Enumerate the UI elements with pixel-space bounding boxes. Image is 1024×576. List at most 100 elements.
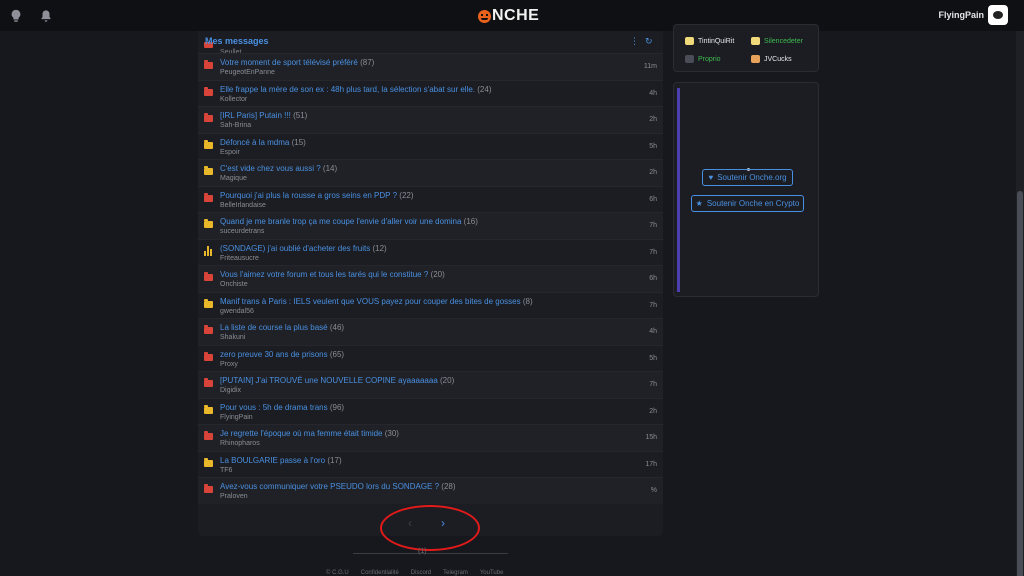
topic-title: zero preuve 30 ans de prisons (220, 349, 328, 359)
topic-author[interactable]: Praloven (220, 493, 248, 500)
topic-author[interactable]: Digidix (220, 387, 241, 394)
topic-row[interactable]: Je regrette l'époque où ma femme était t… (198, 424, 663, 451)
topic-title-link[interactable]: Votre moment de sport télévisé préféré (… (220, 58, 374, 67)
topic-reply-count: (87) (360, 58, 375, 67)
page-scrollbar[interactable] (1016, 31, 1024, 576)
topic-reply-count: (96) (329, 402, 345, 412)
topic-title-link[interactable]: Défoncé à la mdma (15) (220, 138, 306, 147)
poll-icon (204, 245, 213, 256)
topic-title-link[interactable]: [PUTAIN] J'ai TROUVÉ une NOUVELLE COPINE… (220, 376, 454, 385)
topic-row[interactable]: Vous l'aimez votre forum et tous les tar… (198, 265, 663, 292)
footer-link-privacy[interactable]: Confidentialité (361, 570, 399, 576)
topic-row[interactable]: [IRL Paris] Putain !!! (51) Sah-Brina 2h (198, 106, 663, 133)
pumpkin-icon (478, 9, 491, 23)
topic-author[interactable]: suceurdetrans (220, 228, 264, 235)
user-avatar-icon (685, 55, 694, 63)
panel-title: Mes messages (205, 36, 269, 46)
footer-link-cgu[interactable]: © C.G.U (326, 570, 349, 576)
user-name: JVCucks (764, 55, 792, 63)
topic-author[interactable]: Magique (220, 175, 247, 182)
topic-title-link[interactable]: Pourquoi j'ai plus la rousse a gros sein… (220, 191, 414, 200)
topic-row[interactable]: Défoncé à la mdma (15) Espoir 5h (198, 132, 663, 160)
support-crypto-button[interactable]: ★ Soutenir Onche en Crypto (691, 195, 804, 212)
topic-row[interactable]: La BOULGARIE passe à l'oro (17) TF6 17h (198, 450, 663, 478)
topic-row[interactable]: Pour vous : 5h de drama trans (96) Flying… (198, 397, 663, 425)
footer-link-youtube[interactable]: YouTube (480, 570, 504, 576)
user-item[interactable]: Silencedeter (751, 37, 803, 45)
topic-title-link[interactable]: C'est vide chez vous aussi ? (14) (220, 164, 337, 173)
folder-icon (204, 457, 213, 467)
topic-author[interactable]: Shakuni (220, 334, 245, 341)
refresh-icon[interactable]: ↻ (645, 36, 653, 47)
topic-time: % (650, 487, 657, 494)
bell-icon[interactable] (38, 8, 54, 24)
user-item[interactable]: TintinQuiRit (685, 37, 734, 45)
topic-row[interactable]: Avez-vous communiquer votre PSEUDO lors … (198, 477, 663, 504)
topic-title: Avez-vous communiquer votre PSEUDO lors … (220, 482, 440, 491)
topic-time: 6h (649, 195, 657, 203)
button-label: Soutenir Onche.org (717, 173, 787, 182)
topic-title-link[interactable]: La BOULGARIE passe à l'oro (17) (220, 456, 342, 465)
topic-title-link[interactable]: Manif trans à Paris : IELS veulent que V… (220, 297, 533, 306)
topic-author[interactable]: Friteausucre (220, 255, 259, 262)
footer-link-discord[interactable]: Discord (411, 570, 431, 576)
footer-links: © C.G.U Confidentialité Discord Telegram… (326, 570, 503, 576)
user-name: Proprio (698, 55, 721, 63)
top-bar: NCHE FlyingPain (0, 0, 1024, 31)
topic-author[interactable]: BelleIrlandaise (220, 202, 266, 209)
topic-row[interactable]: Elle frappe la mère de son ex : 48h plus… (198, 79, 663, 107)
user-item[interactable]: Proprio (685, 55, 721, 63)
topic-title-link[interactable]: Je regrette l'époque où ma femme était t… (220, 429, 399, 438)
topic-author[interactable]: Kollector (220, 96, 247, 103)
support-onche-button[interactable]: ♥ Soutenir Onche.org (702, 169, 793, 186)
topic-title-link[interactable]: Quand je me branle trop ça me coupe l'en… (220, 217, 478, 226)
topic-row[interactable]: Pourquoi j'ai plus la rousse a gros sein… (198, 185, 663, 213)
topic-title-link[interactable]: Vous l'aimez votre forum et tous les tar… (220, 270, 445, 279)
topic-time: 4h (649, 328, 657, 335)
scrollbar-thumb[interactable] (1017, 191, 1023, 576)
topic-time: 2h (649, 407, 657, 415)
topic-author[interactable]: Proxy (220, 361, 238, 368)
topic-title-link[interactable]: Pour vous : 5h de drama trans (96) (220, 403, 344, 412)
topic-time: 5h (649, 142, 657, 150)
more-options-icon[interactable]: ⋮ (630, 36, 639, 47)
topic-title-link[interactable]: zero preuve 30 ans de prisons (65) (220, 350, 344, 359)
folder-icon (204, 139, 213, 149)
topic-row[interactable]: La liste de course la plus basé (46) Shak… (198, 318, 663, 345)
topic-time: 17h (645, 460, 657, 468)
topic-title: Pour vous : 5h de drama trans (220, 402, 328, 412)
topic-row[interactable]: Quand je me branle trop ça me coupe l'en… (198, 212, 663, 239)
site-logo[interactable]: NCHE (478, 7, 539, 25)
highlight-annotation (380, 505, 480, 551)
topic-title: Pourquoi j'ai plus la rousse a gros sein… (220, 190, 398, 200)
support-card: ♥ Soutenir Onche.org ★ Soutenir Onche en… (673, 82, 819, 297)
footer-link-telegram[interactable]: Telegram (443, 570, 468, 576)
topic-author[interactable]: Espoir (220, 149, 240, 156)
topic-reply-count: (30) (384, 429, 399, 438)
topic-author[interactable]: TF6 (220, 467, 232, 474)
topic-row[interactable]: [PUTAIN] J'ai TROUVÉ une NOUVELLE COPINE… (198, 371, 663, 398)
topic-author[interactable]: PeugeotEnPanne (220, 69, 275, 76)
topic-title-link[interactable]: [IRL Paris] Putain !!! (51) (220, 111, 307, 120)
topic-author[interactable]: gwendal56 (220, 308, 254, 315)
topic-author[interactable]: Rhinopharos (220, 440, 260, 447)
lightbulb-icon[interactable] (8, 8, 24, 24)
topic-reply-count: (12) (372, 243, 387, 253)
topic-title-link[interactable]: La liste de course la plus basé (46) (220, 323, 344, 332)
topic-title: La BOULGARIE passe à l'oro (220, 455, 326, 465)
topic-row[interactable]: Votre moment de sport télévisé préféré (… (198, 53, 663, 80)
topic-row[interactable]: C'est vide chez vous aussi ? (14) Magique… (198, 159, 663, 186)
topic-title-link[interactable]: Elle frappe la mère de son ex : 48h plus… (220, 85, 491, 94)
user-item[interactable]: JVCucks (751, 55, 792, 63)
topic-row[interactable]: (SONDAGE) j'ai oublié d'acheter des frui… (198, 238, 663, 266)
topic-row[interactable]: Manif trans à Paris : IELS veulent que V… (198, 291, 663, 319)
topic-author[interactable]: Sah-Brina (220, 122, 251, 129)
topic-row[interactable]: zero preuve 30 ans de prisons (65) Proxy 5… (198, 344, 663, 372)
topic-author[interactable]: FlyingPain (220, 414, 253, 421)
username[interactable]: FlyingPain (938, 10, 984, 20)
avatar[interactable] (988, 5, 1008, 25)
topic-title-link[interactable]: (SONDAGE) j'ai oublié d'acheter des frui… (220, 244, 387, 253)
topic-author[interactable]: Onchiste (220, 281, 248, 288)
topic-time: 2h (649, 116, 657, 123)
topic-title-link[interactable]: Avez-vous communiquer votre PSEUDO lors … (220, 482, 456, 491)
